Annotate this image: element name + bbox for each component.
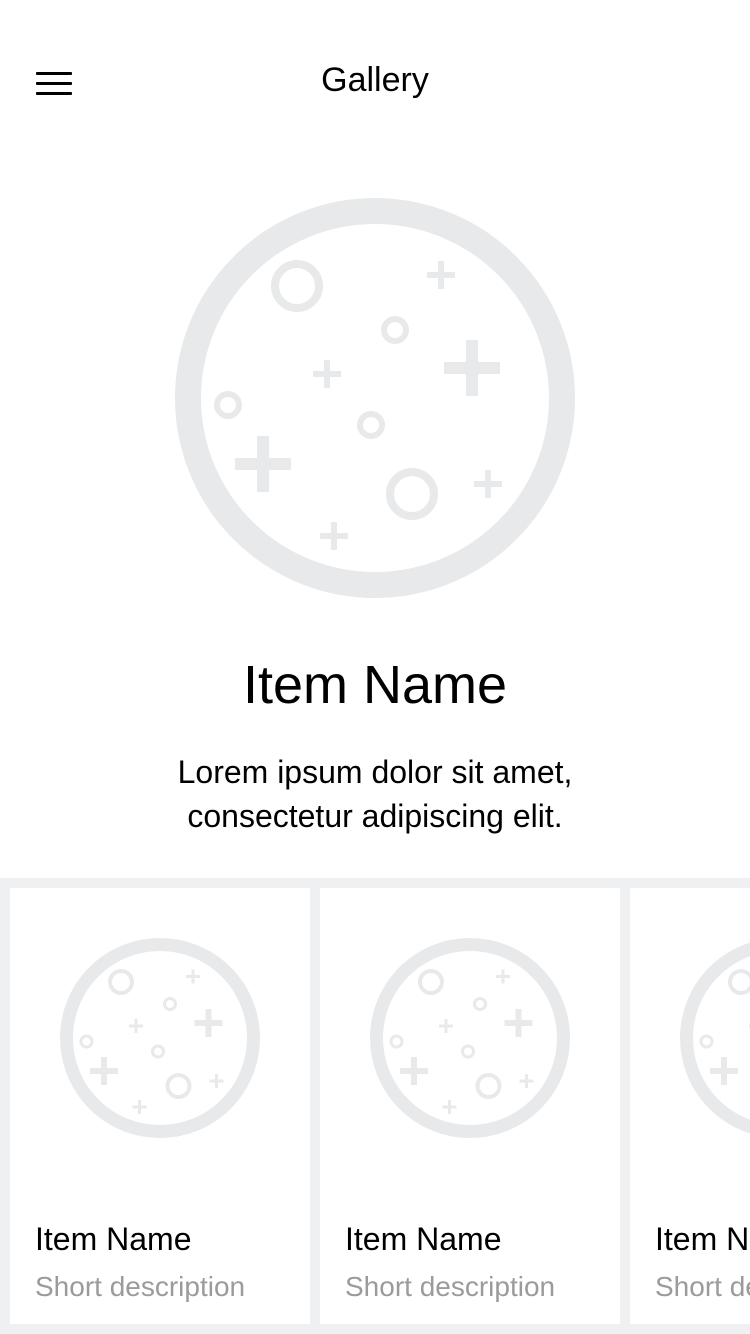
item-title: Item Name — [242, 655, 508, 715]
placeholder-image-icon — [370, 938, 570, 1138]
card-description: Short description — [35, 1271, 246, 1302]
carousel-card[interactable]: Item Name Short description — [630, 888, 750, 1324]
card-title: Item Name — [35, 1221, 192, 1257]
placeholder-image-icon — [60, 938, 260, 1138]
item-description: Lorem ipsum dolor sit amet, consectetur … — [177, 754, 573, 834]
page-title: Gallery — [321, 61, 429, 99]
status-bar — [0, 0, 750, 30]
gallery-screen: Gallery Item Name Lorem ipsum dolor sit … — [0, 0, 750, 1334]
placeholder-image-icon — [680, 942, 750, 1134]
navigation-bar: Gallery — [0, 30, 750, 130]
card-description: Short description — [345, 1271, 556, 1302]
card-description: Short description — [655, 1271, 750, 1302]
card-title: Item Name — [655, 1221, 750, 1257]
card-title: Item Name — [345, 1221, 502, 1257]
placeholder-image-icon — [175, 198, 575, 598]
item-carousel[interactable]: Item Name Short description Item Name Sh… — [0, 878, 750, 1334]
carousel-card[interactable]: Item Name Short description — [320, 888, 620, 1324]
carousel-card[interactable]: Item Name Short description — [10, 888, 310, 1324]
